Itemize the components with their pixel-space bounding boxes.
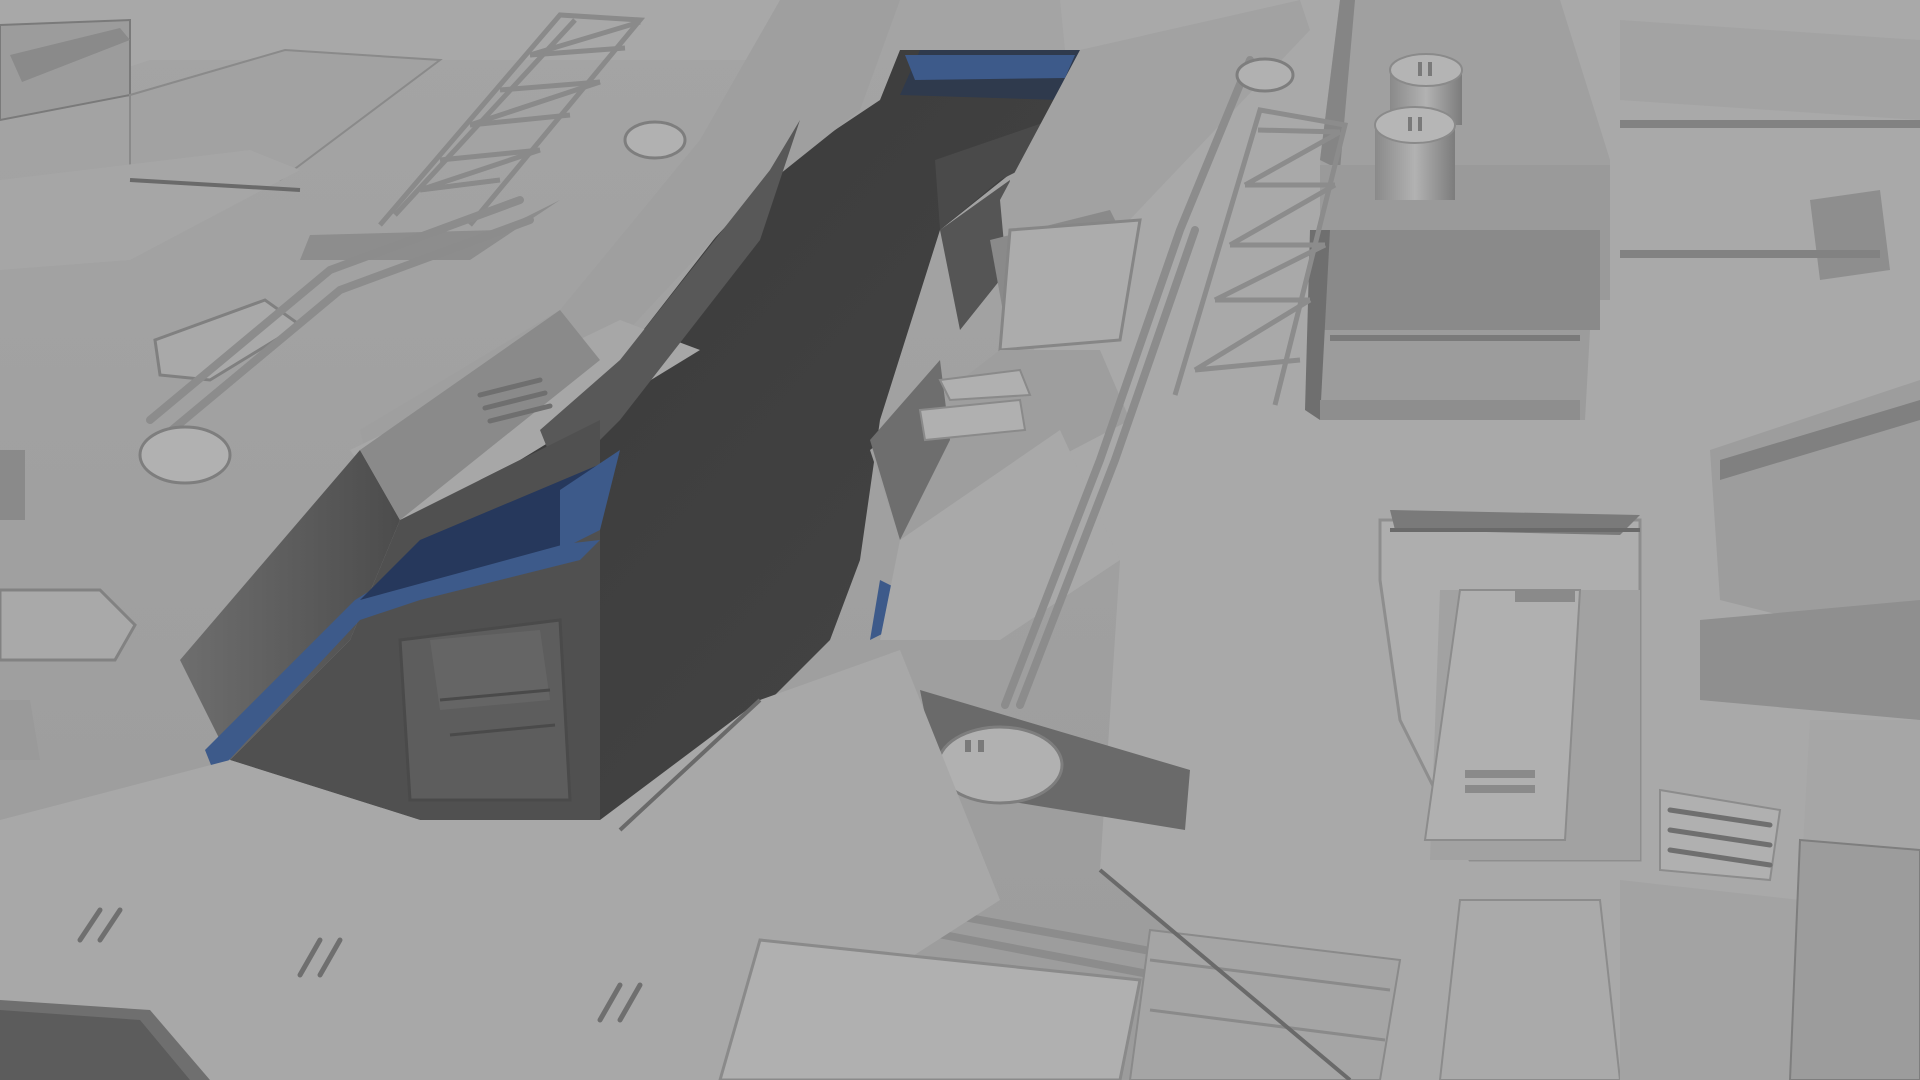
scene-render [0, 0, 1920, 1080]
3d-viewport[interactable] [0, 0, 1920, 1080]
